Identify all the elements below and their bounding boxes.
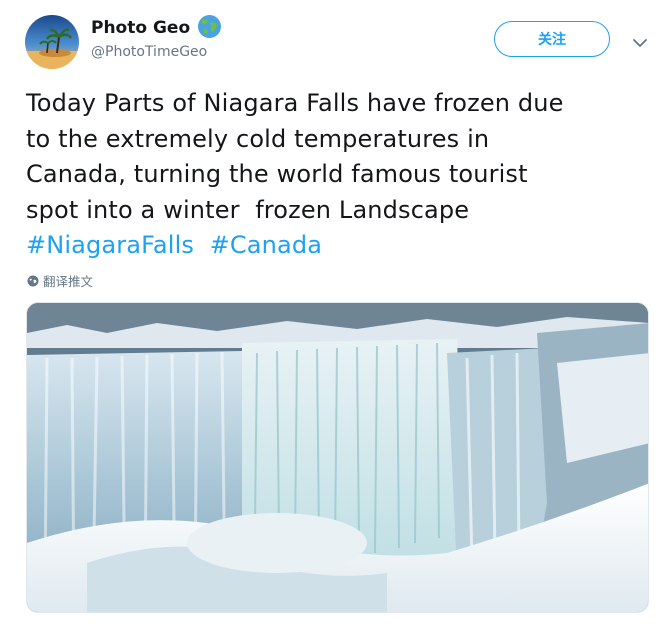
hashtag-niagarafalls[interactable]: #NiagaraFalls — [26, 231, 194, 259]
avatar[interactable] — [25, 15, 79, 69]
beach-palm-avatar-icon — [25, 15, 79, 69]
globe-icon — [197, 14, 222, 39]
frozen-waterfall-photo-icon — [27, 303, 648, 612]
hashtag-line: #NiagaraFalls #Canada — [26, 228, 646, 264]
user-handle[interactable]: @PhotoTimeGeo — [91, 44, 207, 60]
globe-icon — [27, 275, 39, 286]
tweet-line: to the extremely cold temperatures in — [26, 124, 490, 153]
translate-tweet-link[interactable]: 翻译推文 — [27, 271, 93, 290]
tweet-line: Canada, turning the world famous tourist — [26, 160, 528, 188]
translate-label: 翻译推文 — [43, 274, 94, 289]
tweet-text: Today Parts of Niagara Falls have frozen… — [26, 86, 646, 264]
tweet-line: spot into a winter frozen Landscape — [26, 195, 470, 224]
tweet-photo[interactable] — [26, 302, 649, 613]
display-name[interactable]: Photo Geo — [91, 18, 190, 38]
hashtag-canada[interactable]: #Canada — [210, 231, 322, 259]
tweet-header: Photo Geo @PhotoTimeGeo 关注 — [0, 0, 670, 80]
chevron-down-icon[interactable] — [632, 34, 648, 47]
follow-button[interactable]: 关注 — [494, 21, 610, 57]
tweet-line: Today Parts of Niagara Falls have frozen… — [26, 89, 564, 117]
